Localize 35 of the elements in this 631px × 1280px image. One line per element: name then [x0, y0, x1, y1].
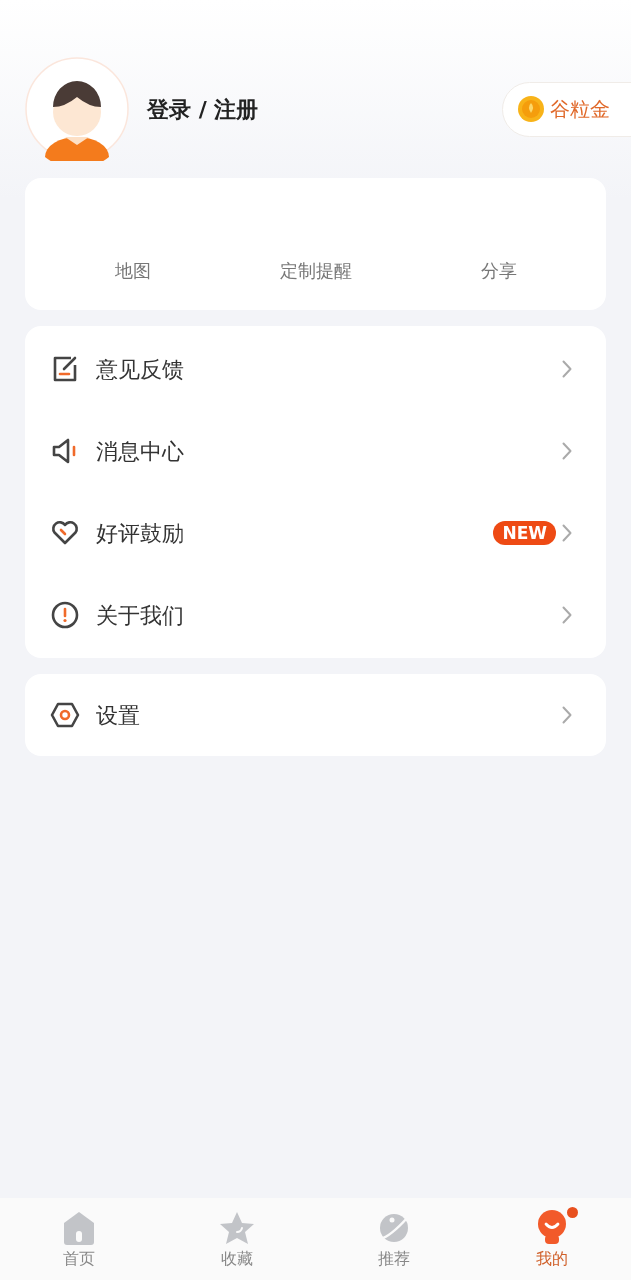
tab[interactable]: 推荐: [315, 1198, 474, 1280]
star-icon: [218, 1211, 255, 1245]
tab[interactable]: 我的: [473, 1198, 631, 1280]
chevron-right-icon: [562, 706, 572, 724]
heart-icon: [51, 519, 79, 547]
tab[interactable]: 首页: [0, 1198, 158, 1280]
new-badge: NEW: [493, 521, 556, 545]
chevron-right-icon: [562, 524, 572, 542]
menu-label: 关于我们: [96, 601, 184, 630]
menu-item[interactable]: 设置: [25, 674, 606, 756]
home-icon: [62, 1211, 95, 1245]
login-link[interactable]: 登录 / 注册: [147, 92, 259, 126]
coin-button[interactable]: 谷粒金: [502, 81, 631, 137]
chevron-right-icon: [562, 442, 572, 460]
quick-link[interactable]: 定制提醒: [224, 257, 407, 284]
quick-link[interactable]: 分享: [407, 257, 590, 284]
exclamation-icon: [51, 601, 79, 629]
menu-label: 设置: [96, 701, 140, 730]
menu-label: 好评鼓励: [96, 519, 184, 548]
chevron-right-icon: [562, 606, 572, 624]
coin-label: 谷粒金: [550, 96, 610, 123]
edit-icon: [51, 355, 79, 383]
settings-icon: [50, 701, 80, 729]
chevron-right-icon: [562, 360, 572, 378]
tab[interactable]: 收藏: [157, 1198, 316, 1280]
menu-label: 意见反馈: [96, 355, 184, 384]
coin-icon: [518, 96, 544, 122]
smiley-icon: [536, 1209, 569, 1245]
avatar[interactable]: [25, 57, 129, 161]
menu-item[interactable]: 消息中心: [25, 410, 606, 492]
menu-item[interactable]: 关于我们: [25, 574, 606, 656]
menu-item[interactable]: 好评鼓励 NEW: [25, 492, 606, 574]
quick-link[interactable]: 地图: [41, 257, 224, 284]
menu-label: 消息中心: [96, 437, 184, 466]
menu-item[interactable]: 意见反馈: [25, 328, 606, 410]
